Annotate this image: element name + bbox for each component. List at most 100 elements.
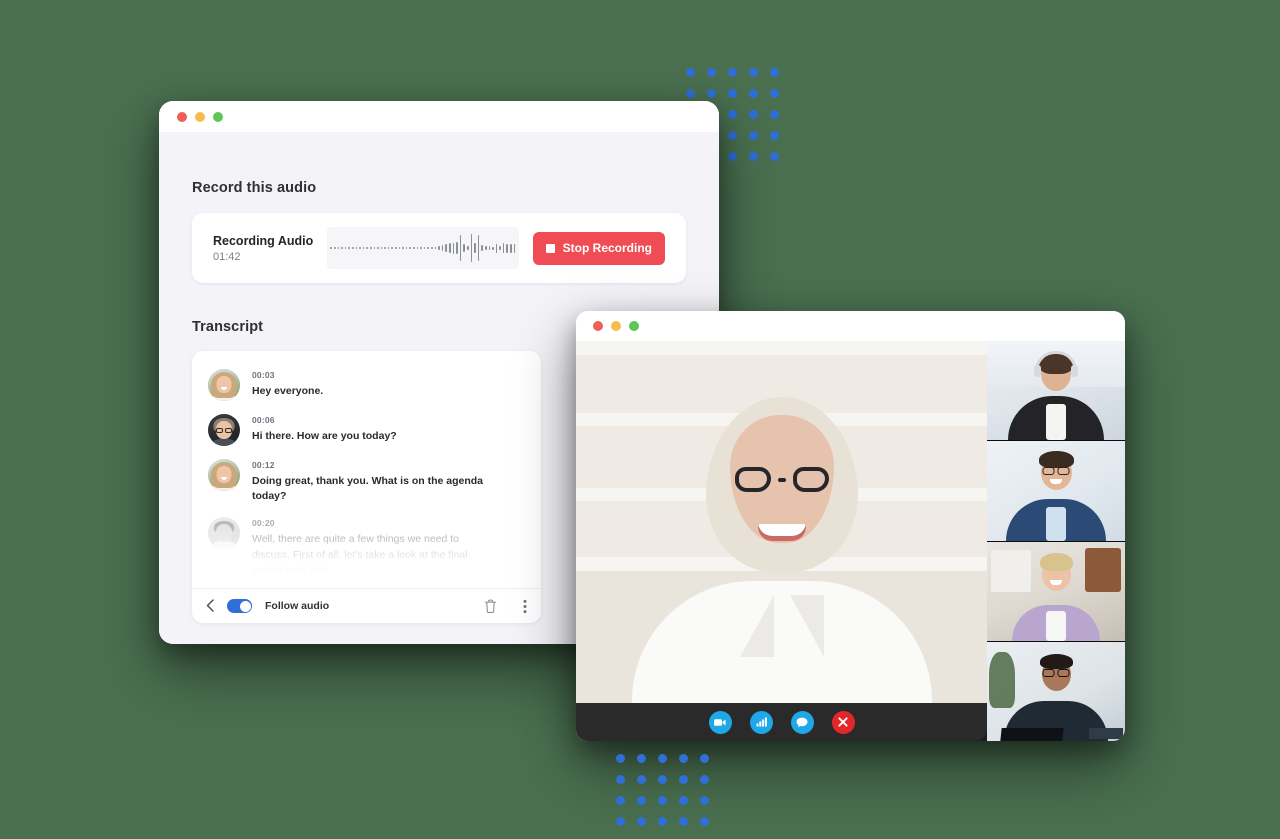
dot	[679, 775, 688, 784]
recording-label: Recording Audio	[213, 233, 314, 248]
chevron-left-icon[interactable]	[206, 598, 214, 614]
decor-dot	[722, 146, 743, 167]
dot	[616, 817, 625, 826]
video-camera-icon[interactable]	[708, 710, 732, 734]
waveform-bar	[431, 247, 433, 249]
transcript-entry[interactable]: 00:03 Hey everyone.	[208, 369, 525, 401]
decor-dot	[652, 811, 673, 832]
participant-thumbnail[interactable]	[987, 540, 1125, 641]
more-vertical-icon[interactable]	[523, 599, 527, 614]
waveform-bar	[395, 246, 397, 250]
woman-blonde-avatar	[208, 459, 240, 491]
dot	[728, 131, 737, 140]
dot	[658, 775, 667, 784]
transcript-entry-body: 00:12 Doing great, thank you. What is on …	[252, 459, 492, 504]
minimize-traffic-light[interactable]	[195, 111, 205, 122]
decor-dot	[652, 790, 673, 811]
decor-dot	[722, 125, 743, 146]
decor-dot	[743, 62, 764, 83]
dot	[658, 754, 667, 763]
dot	[637, 754, 646, 763]
transcript-timestamp: 00:03	[252, 370, 275, 380]
decor-dot	[673, 811, 694, 832]
decor-dot	[722, 104, 743, 125]
videocall-toolbar	[576, 703, 987, 741]
dot	[679, 754, 688, 763]
maximize-traffic-light[interactable]	[629, 321, 639, 331]
waveform-bar	[369, 247, 372, 249]
videocall-window	[576, 311, 1125, 741]
dot	[686, 68, 695, 77]
signal-bars-icon[interactable]	[749, 710, 773, 734]
waveform-bar	[495, 243, 498, 253]
waveform-bar	[445, 244, 447, 252]
dot	[770, 89, 779, 98]
close-traffic-light[interactable]	[177, 111, 187, 122]
waveform-bar	[351, 246, 354, 250]
waveform-bar	[330, 246, 332, 250]
man-glasses-avatar	[208, 414, 240, 446]
decor-dot	[743, 146, 764, 167]
recording-elapsed: 01:42	[213, 250, 241, 263]
decor-dot	[631, 748, 652, 769]
dot	[749, 110, 758, 119]
waveform-bar	[373, 246, 376, 250]
maximize-traffic-light[interactable]	[213, 111, 223, 122]
toggle-knob	[239, 600, 251, 612]
waveform-bar	[488, 246, 491, 250]
dot	[700, 754, 709, 763]
record-section-title: Record this audio	[192, 180, 317, 196]
decor-dot	[743, 83, 764, 104]
decor-dot	[673, 748, 694, 769]
trash-icon[interactable]	[484, 599, 497, 614]
waveform-bar	[459, 235, 462, 261]
videocall-body	[576, 341, 1125, 741]
dot	[637, 817, 646, 826]
dot	[679, 817, 688, 826]
main-speaker-video[interactable]	[576, 341, 987, 741]
stop-square-icon	[545, 243, 555, 253]
decor-dot	[694, 748, 715, 769]
waveform-bar	[427, 246, 430, 250]
recorder-titlebar	[159, 101, 719, 132]
dot	[686, 89, 695, 98]
transcript-entry[interactable]: 00:12 Doing great, thank you. What is on …	[208, 459, 525, 504]
waveform-bar	[477, 235, 480, 261]
transcript-footer: Follow audio	[192, 588, 541, 623]
waveform-bar	[344, 247, 347, 249]
dot	[728, 68, 737, 77]
transcript-timestamp: 00:06	[252, 415, 275, 425]
close-traffic-light[interactable]	[593, 321, 603, 331]
decor-dot	[610, 769, 631, 790]
decor-dot	[631, 811, 652, 832]
stop-recording-button[interactable]: Stop Recording	[532, 231, 665, 265]
transcript-list[interactable]: 00:03 Hey everyone. 00:06 Hi there. How are…	[192, 351, 541, 588]
transcript-entry[interactable]: 00:20 Well, there are quite a few things …	[208, 517, 525, 578]
close-x-icon[interactable]	[831, 710, 855, 734]
dot	[770, 152, 779, 161]
waveform-bar	[333, 247, 336, 249]
decor-dot	[722, 83, 743, 104]
participant-thumbnail[interactable]	[987, 440, 1125, 541]
waveform-bar	[359, 247, 361, 249]
waveform-bar	[502, 243, 505, 253]
decor-dot	[610, 790, 631, 811]
transcript-text: Well, there are quite a few things we ne…	[252, 533, 468, 576]
minimize-traffic-light[interactable]	[611, 321, 621, 331]
participant-thumbnail[interactable]	[987, 341, 1125, 441]
participant-thumbnail[interactable]	[987, 640, 1125, 741]
waveform-bar	[348, 247, 350, 249]
waveform-bar	[366, 247, 368, 249]
decor-dot	[680, 62, 701, 83]
chat-bubble-icon[interactable]	[790, 710, 814, 734]
dot	[707, 89, 716, 98]
follow-audio-label: Follow audio	[265, 600, 330, 612]
dot	[637, 775, 646, 784]
audio-waveform[interactable]	[327, 227, 519, 269]
follow-audio-toggle[interactable]	[227, 599, 252, 613]
dot	[700, 796, 709, 805]
videocall-titlebar	[576, 311, 1125, 341]
dot	[616, 796, 625, 805]
transcript-entry[interactable]: 00:06 Hi there. How are you today?	[208, 414, 525, 446]
decor-dot	[764, 62, 785, 83]
